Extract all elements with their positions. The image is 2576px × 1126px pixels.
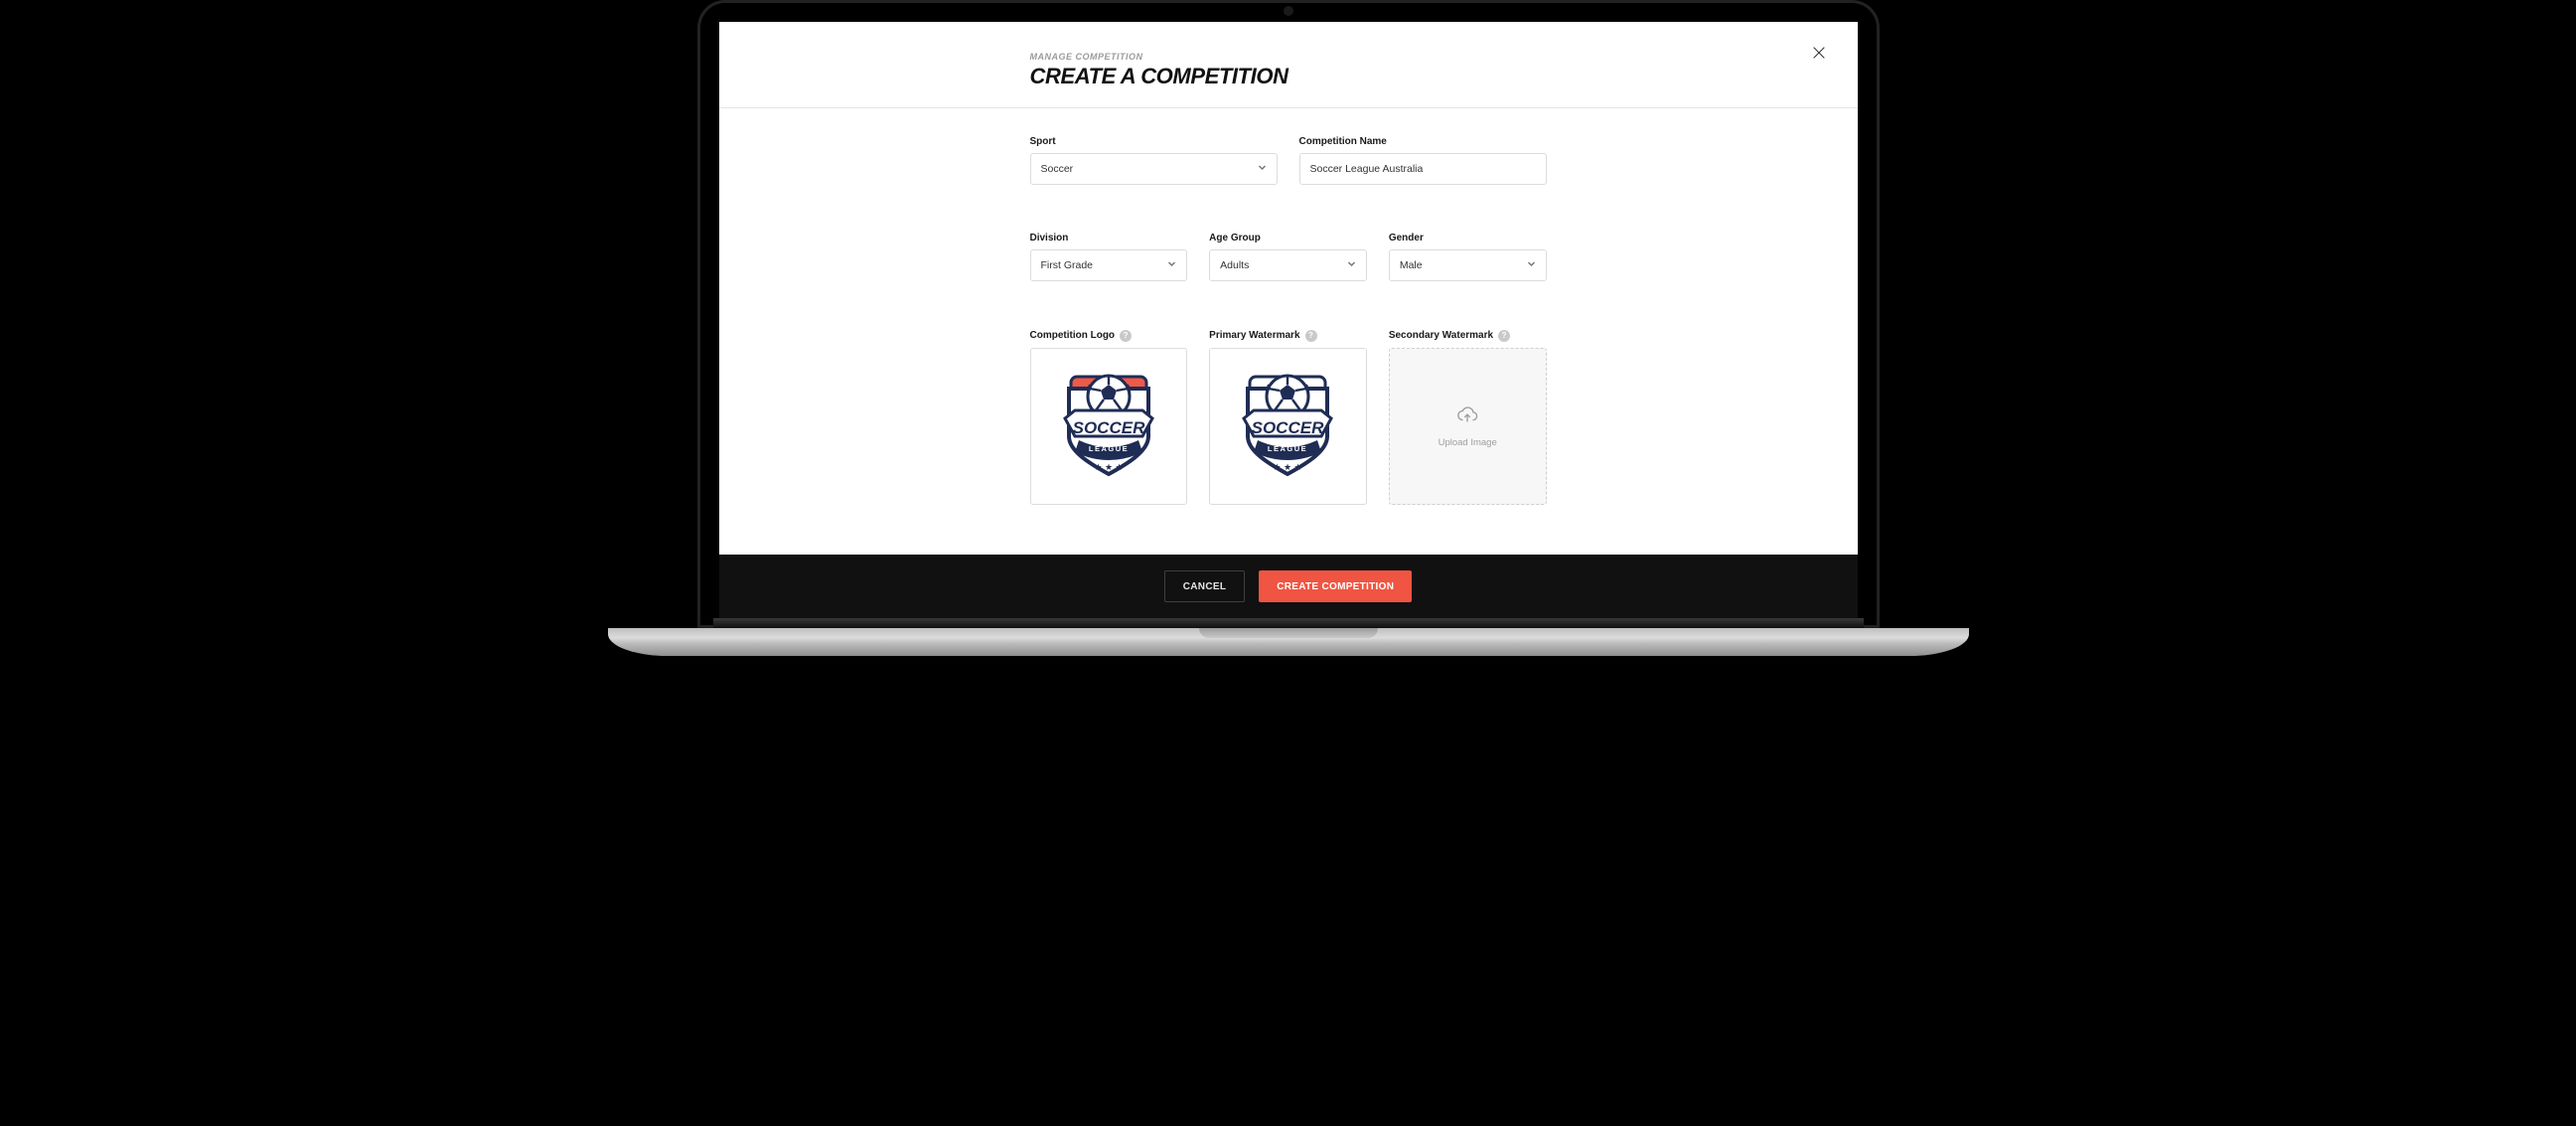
gender-select[interactable]: Male xyxy=(1389,249,1547,281)
svg-text:★ ★ ★: ★ ★ ★ xyxy=(1094,462,1123,472)
field-division: Division First Grade xyxy=(1030,233,1188,311)
create-competition-form: Sport Soccer Co xyxy=(1030,136,1547,535)
age-group-select[interactable]: Adults xyxy=(1209,249,1367,281)
laptop-screen: MANAGE COMPETITION CREATE A COMPETITION xyxy=(719,22,1858,618)
cancel-button-label: CANCEL xyxy=(1183,581,1226,592)
competition-logo-upload[interactable]: SOCCER LEAGUE ★ ★ ★ xyxy=(1030,348,1188,505)
svg-text:LEAGUE: LEAGUE xyxy=(1268,444,1307,453)
secondary-watermark-label: Secondary Watermark xyxy=(1389,330,1493,341)
laptop-bezel: MANAGE COMPETITION CREATE A COMPETITION xyxy=(697,0,1880,628)
competition-name-label: Competition Name xyxy=(1299,136,1387,147)
laptop-mockup: MANAGE COMPETITION CREATE A COMPETITION xyxy=(697,0,1880,656)
create-competition-button-label: CREATE COMPETITION xyxy=(1277,581,1394,592)
age-group-label: Age Group xyxy=(1209,233,1261,243)
page-title: CREATE A COMPETITION xyxy=(1030,64,1547,89)
close-icon xyxy=(1811,45,1827,66)
app-root: MANAGE COMPETITION CREATE A COMPETITION xyxy=(719,22,1858,618)
primary-watermark-label: Primary Watermark xyxy=(1209,330,1299,341)
laptop-base xyxy=(608,628,1969,656)
gender-value: Male xyxy=(1400,259,1423,271)
gender-label: Gender xyxy=(1389,233,1424,243)
age-group-value: Adults xyxy=(1220,259,1249,271)
modal-header: MANAGE COMPETITION CREATE A COMPETITION xyxy=(719,22,1858,108)
create-competition-button[interactable]: CREATE COMPETITION xyxy=(1259,570,1412,602)
field-sport: Sport Soccer xyxy=(1030,136,1278,215)
field-secondary-watermark: Secondary Watermark ? xyxy=(1389,330,1547,535)
modal-footer: CANCEL CREATE COMPETITION xyxy=(719,555,1858,618)
chevron-down-icon xyxy=(1527,259,1536,271)
help-icon[interactable]: ? xyxy=(1305,330,1317,342)
chevron-down-icon xyxy=(1167,259,1176,271)
division-label: Division xyxy=(1030,233,1069,243)
header-inner: MANAGE COMPETITION CREATE A COMPETITION xyxy=(1030,52,1547,89)
breadcrumb: MANAGE COMPETITION xyxy=(1030,52,1547,62)
cloud-upload-icon xyxy=(1456,404,1478,429)
sport-label: Sport xyxy=(1030,136,1056,147)
chevron-down-icon xyxy=(1347,259,1356,271)
sport-value: Soccer xyxy=(1041,163,1074,175)
competition-name-value: Soccer League Australia xyxy=(1310,163,1424,175)
competition-name-input[interactable]: Soccer League Australia xyxy=(1299,153,1547,185)
field-primary-watermark: Primary Watermark ? xyxy=(1209,330,1367,535)
division-value: First Grade xyxy=(1041,259,1094,271)
chevron-down-icon xyxy=(1258,163,1267,175)
help-icon[interactable]: ? xyxy=(1498,330,1510,342)
primary-watermark-upload[interactable]: SOCCER LEAGUE ★ ★ ★ xyxy=(1209,348,1367,505)
division-select[interactable]: First Grade xyxy=(1030,249,1188,281)
field-age-group: Age Group Adults xyxy=(1209,233,1367,311)
upload-placeholder-text: Upload Image xyxy=(1439,437,1497,448)
cancel-button[interactable]: CANCEL xyxy=(1164,570,1245,602)
field-gender: Gender Male xyxy=(1389,233,1547,311)
svg-text:SOCCER: SOCCER xyxy=(1252,418,1324,437)
svg-text:SOCCER: SOCCER xyxy=(1072,418,1144,437)
svg-text:★ ★ ★: ★ ★ ★ xyxy=(1274,462,1302,472)
sport-select[interactable]: Soccer xyxy=(1030,153,1278,185)
help-icon[interactable]: ? xyxy=(1120,330,1132,342)
secondary-watermark-upload[interactable]: Upload Image xyxy=(1389,348,1547,505)
svg-text:LEAGUE: LEAGUE xyxy=(1089,444,1129,453)
field-competition-logo: Competition Logo ? xyxy=(1030,330,1188,535)
laptop-hinge xyxy=(713,618,1864,628)
field-competition-name: Competition Name Soccer League Australia xyxy=(1299,136,1547,215)
laptop-camera xyxy=(1284,6,1293,16)
soccer-league-badge-red: SOCCER LEAGUE ★ ★ ★ xyxy=(1049,359,1168,493)
soccer-league-badge-navy: SOCCER LEAGUE ★ ★ ★ xyxy=(1228,359,1347,493)
competition-logo-label: Competition Logo xyxy=(1030,330,1116,341)
close-button[interactable] xyxy=(1808,44,1830,66)
modal-body: Sport Soccer Co xyxy=(719,108,1858,555)
